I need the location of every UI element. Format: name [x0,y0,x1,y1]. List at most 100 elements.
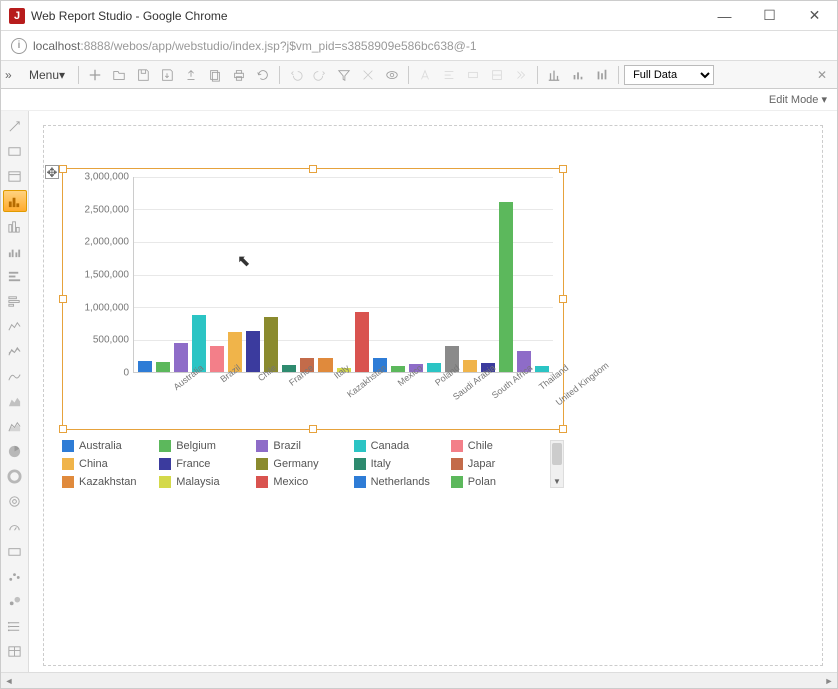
merge-icon [462,64,484,86]
resize-handle[interactable] [309,165,317,173]
legend-swatch [451,440,463,452]
resize-handle[interactable] [559,165,567,173]
resize-handle[interactable] [59,165,67,173]
legend-swatch [256,476,268,488]
legend-label: Malaysia [176,476,219,488]
area-tool-icon[interactable] [3,390,27,412]
table-tool-icon[interactable] [3,640,27,662]
legend-item[interactable]: Netherlands [354,476,447,488]
saveas-icon[interactable] [156,64,178,86]
new-icon[interactable] [84,64,106,86]
stacked-area-tool-icon[interactable] [3,415,27,437]
info-icon[interactable]: i [11,38,27,54]
legend-label: Mexico [273,476,308,488]
canvas[interactable]: ✥ Australia Brazil Chile France Italy Kazakhs… [29,111,837,672]
resize-handle[interactable] [559,295,567,303]
canvas-page: ✥ Australia Brazil Chile France Italy Kazakhs… [43,125,823,666]
legend-label: France [176,458,210,470]
legend-label: Japar [468,458,496,470]
bar[interactable] [355,312,369,372]
legend-item[interactable]: Malaysia [159,476,252,488]
legend-item[interactable]: Chile [451,440,544,452]
print-icon[interactable] [228,64,250,86]
resize-handle[interactable] [59,425,67,433]
legend-label: Polan [468,476,496,488]
move-handle-icon[interactable]: ✥ [45,165,59,179]
list-tool-icon[interactable] [3,615,27,637]
bar[interactable] [138,361,152,372]
legend-label: Belgium [176,440,216,452]
panel-tool-icon[interactable] [3,165,27,187]
expand-toolbar-icon[interactable]: » [5,68,19,82]
hbar-tool-icon[interactable] [3,290,27,312]
pie-tool-icon[interactable] [3,440,27,462]
legend-item[interactable]: Australia [62,440,155,452]
resize-handle[interactable] [59,295,67,303]
legend-item[interactable]: Germany [256,458,349,470]
export-icon[interactable] [180,64,202,86]
grouped-bar-tool-icon[interactable] [3,240,27,262]
workspace: ✥ Australia Brazil Chile France Italy Kazakhs… [1,111,837,672]
bar[interactable] [246,331,260,372]
maximize-button[interactable]: ☐ [747,1,792,31]
favicon: J [9,8,25,24]
data-mode-select[interactable]: Full Data [624,65,714,85]
line-tool-icon[interactable] [3,315,27,337]
legend-item[interactable]: Japar [451,458,544,470]
legend-item[interactable]: France [159,458,252,470]
undo-icon[interactable] [285,64,307,86]
gauge-tool-icon[interactable] [3,515,27,537]
chart1-icon[interactable] [543,64,565,86]
legend-swatch [354,440,366,452]
legend-item[interactable]: Polan [451,476,544,488]
chart-object[interactable]: ✥ AustraliaBrazilChileFranceItalyKazakhs… [62,168,564,430]
rect-tool-icon[interactable] [3,140,27,162]
panel-close-icon[interactable]: ✕ [811,68,833,82]
radar-tool-icon[interactable] [3,490,27,512]
resize-handle[interactable] [559,425,567,433]
edit-mode-toggle[interactable]: Edit Mode ▾ [769,93,827,106]
copy-icon[interactable] [204,64,226,86]
legend-swatch [256,440,268,452]
bar-chart-tool-icon[interactable] [3,190,27,212]
legend-item[interactable]: Canada [354,440,447,452]
menu-button[interactable]: Menu▾ [21,66,73,84]
legend-item[interactable]: Italy [354,458,447,470]
chart3-icon[interactable] [591,64,613,86]
legend-item[interactable]: Mexico [256,476,349,488]
bar[interactable] [499,202,513,372]
bubble-tool-icon[interactable] [3,590,27,612]
redo-icon[interactable] [309,64,331,86]
y-tick-label: 1,500,000 [85,270,130,281]
plot-area [133,177,553,373]
legend-item[interactable]: China [62,458,155,470]
multiline-tool-icon[interactable] [3,340,27,362]
save-icon[interactable] [132,64,154,86]
refresh-icon[interactable] [252,64,274,86]
url-bar[interactable]: i localhost:8888/webos/app/webstudio/ind… [1,31,837,61]
delete-icon[interactable] [357,64,379,86]
hstack-tool-icon[interactable] [3,265,27,287]
view-icon[interactable] [381,64,403,86]
minimize-button[interactable]: — [702,1,747,31]
text-style-icon [414,64,436,86]
legend-swatch [159,458,171,470]
chart2-icon[interactable] [567,64,589,86]
smooth-line-tool-icon[interactable] [3,365,27,387]
horizontal-scrollbar[interactable]: ◄ ► [1,672,837,688]
column-chart-tool-icon[interactable] [3,215,27,237]
bar[interactable] [156,362,170,372]
open-icon[interactable] [108,64,130,86]
legend-scrollbar[interactable]: ▼ [550,440,564,488]
scatter-tool-icon[interactable] [3,565,27,587]
legend-item[interactable]: Belgium [159,440,252,452]
filter-icon[interactable] [333,64,355,86]
legend-label: Chile [468,440,493,452]
legend-swatch [159,440,171,452]
donut-tool-icon[interactable] [3,465,27,487]
wand-tool-icon[interactable] [3,115,27,137]
legend-item[interactable]: Brazil [256,440,349,452]
close-button[interactable]: ✕ [792,1,837,31]
card-tool-icon[interactable] [3,540,27,562]
legend-item[interactable]: Kazakhstan [62,476,155,488]
